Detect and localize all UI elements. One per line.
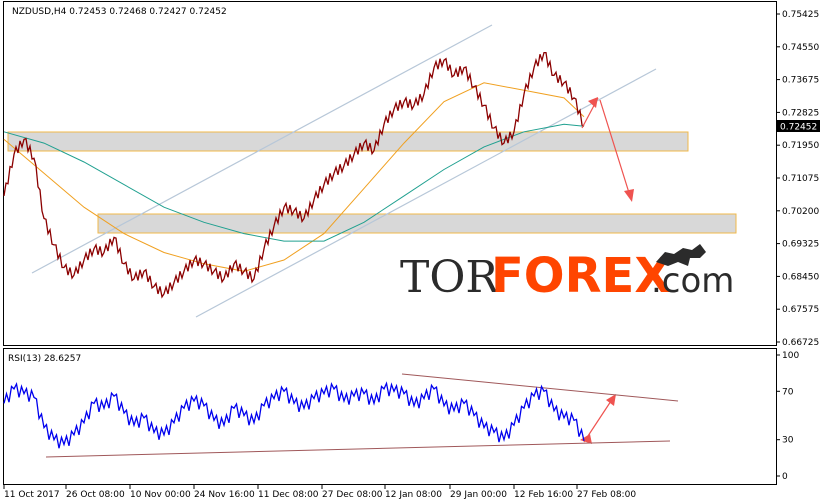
support-zone-lower xyxy=(97,213,737,234)
current-price-marker: 0.72452 xyxy=(777,120,820,133)
time-tick-label: 27 Dec 08:00 xyxy=(322,490,383,500)
price-tick-label: 0.73675 xyxy=(782,76,819,86)
time-tick-label: 10 Nov 00:00 xyxy=(130,490,191,500)
time-tick-label: 12 Jan 08:00 xyxy=(385,490,442,500)
time-tick-label: 26 Oct 08:00 xyxy=(66,490,125,500)
price-tick-label: 0.75425 xyxy=(782,10,819,20)
price-tick-label: 0.67575 xyxy=(782,305,819,315)
rsi-header: RSI(13) 28.6257 xyxy=(8,354,81,364)
price-tick-label: 0.69325 xyxy=(782,240,819,250)
time-tick-label: 24 Nov 16:00 xyxy=(194,490,255,500)
price-tick-label: 0.71950 xyxy=(782,141,819,151)
rsi-tick-label: 70 xyxy=(782,387,794,397)
time-tick-label: 12 Feb 16:00 xyxy=(514,490,573,500)
price-tick-label: 0.74550 xyxy=(782,43,819,53)
price-tick-label: 0.71075 xyxy=(782,174,819,184)
rsi-tick-label: 100 xyxy=(782,351,799,361)
rsi-tick-label: 0 xyxy=(782,472,788,482)
support-zone-upper xyxy=(7,131,689,152)
symbol-header: NZDUSD,H4 0.72453 0.72468 0.72427 0.7245… xyxy=(12,7,227,17)
rsi-panel-frame xyxy=(3,348,777,485)
current-price-label: 0.72452 xyxy=(780,123,817,133)
time-tick-label: 11 Dec 08:00 xyxy=(258,490,319,500)
price-tick-label: 0.66725 xyxy=(782,338,819,348)
rsi-tick-label: 30 xyxy=(782,436,794,446)
time-tick-label: 27 Feb 08:00 xyxy=(577,490,636,500)
logo-text-tor: TOR xyxy=(400,252,500,303)
torforex-logo: TOR FOREX .com xyxy=(400,244,734,304)
price-tick-label: 0.72825 xyxy=(782,108,819,118)
time-tick-label: 11 Oct 2017 xyxy=(4,490,60,500)
price-axis: 0.75425 0.74550 0.73675 0.72825 0.71950 0.710… xyxy=(776,10,819,348)
logo-text-com: .com xyxy=(651,261,734,301)
time-axis: 11 Oct 2017 26 Oct 08:00 10 Nov 00:00 24 No… xyxy=(3,485,636,500)
forex-chart: NZDUSD,H4 0.72453 0.72468 0.72427 0.7245… xyxy=(3,1,820,500)
price-tick-label: 0.70200 xyxy=(782,207,819,217)
logo-text-forex: FOREX xyxy=(491,248,671,304)
time-tick-label: 29 Jan 00:00 xyxy=(450,490,507,500)
price-tick-label: 0.68450 xyxy=(782,272,819,282)
rsi-axis: 100 70 30 0 xyxy=(776,351,799,482)
